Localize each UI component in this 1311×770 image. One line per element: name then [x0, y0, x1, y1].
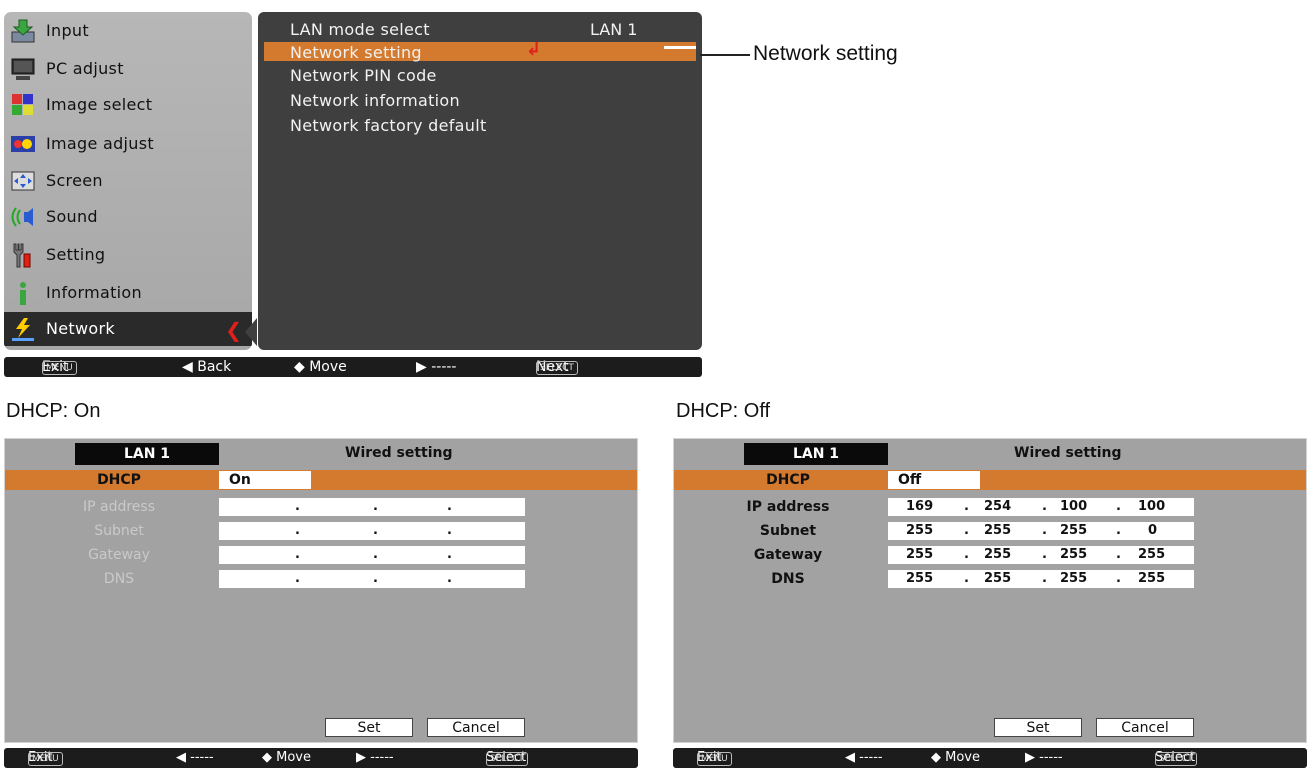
menu-item-image-select[interactable]: Image select: [4, 88, 252, 122]
set-button[interactable]: Set: [994, 718, 1082, 737]
dhcp-value[interactable]: Off: [888, 471, 980, 489]
chevron-left-icon: ❮: [225, 318, 242, 342]
image-select-icon: [10, 92, 36, 118]
dhcp-label: DHCP: [766, 472, 810, 488]
lan-mode-value: LAN 1: [590, 20, 638, 39]
lan-tab[interactable]: LAN 1: [744, 443, 888, 465]
menu-item-information[interactable]: Information: [4, 276, 252, 310]
submenu-item-network-information[interactable]: Network information: [290, 91, 460, 110]
submenu-item-lan-mode[interactable]: LAN mode select: [290, 20, 430, 39]
lan-tab[interactable]: LAN 1: [75, 443, 219, 465]
gateway-field[interactable]: 255. 255. 255. 255: [888, 546, 1194, 564]
submenu-item-factory-default[interactable]: Network factory default: [290, 116, 487, 135]
dns-label: DNS: [771, 571, 805, 587]
submenu-item-network-setting[interactable]: Network setting: [290, 43, 422, 62]
panel-title: Wired setting: [1014, 445, 1122, 461]
menu-item-pc-adjust[interactable]: PC adjust: [4, 52, 252, 86]
menu-key-icon: MENU: [697, 752, 732, 766]
set-button[interactable]: Set: [325, 718, 413, 737]
gateway-label: Gateway: [753, 547, 823, 563]
enter-icon: ↲: [526, 39, 542, 60]
callout-label: Network setting: [753, 42, 898, 65]
wired-setting-panel-dhcp-on: LAN 1 Wired setting DHCP On IP address .…: [4, 438, 638, 743]
select-key-icon: SELECT: [536, 361, 578, 375]
callout-line: [700, 54, 750, 56]
status-bar-dhcp-on: MENU Exit ◀ ----- ◆ Move ▶ ----- SELECT Se…: [4, 748, 638, 768]
menu-key-icon: MENU: [42, 361, 77, 375]
dhcp-label: DHCP: [97, 472, 141, 488]
ip-field[interactable]: ...: [219, 498, 525, 516]
information-icon: [10, 280, 36, 306]
image-adjust-icon: [10, 131, 36, 157]
menu-item-screen[interactable]: Screen: [4, 164, 252, 198]
menu-item-network[interactable]: Network ❮: [4, 312, 252, 346]
subnet-label: Subnet: [94, 523, 144, 539]
ip-label: IP address: [746, 499, 830, 515]
setting-icon: [10, 242, 36, 268]
dns-field[interactable]: ...: [219, 570, 525, 588]
gateway-label: Gateway: [88, 547, 150, 563]
subnet-label: Subnet: [759, 523, 817, 539]
cancel-button[interactable]: Cancel: [427, 718, 525, 737]
main-status-bar: MENU Exit ◀ Back ◆ Move ▶ ----- SELECT Nex…: [4, 357, 702, 377]
select-key-icon: SELECT: [1155, 752, 1197, 766]
network-icon: [10, 316, 36, 342]
dns-label: DNS: [103, 571, 135, 587]
sound-icon: [10, 204, 36, 230]
dns-field[interactable]: 255. 255. 255. 255: [888, 570, 1194, 588]
select-key-icon: SELECT: [486, 752, 528, 766]
screen-icon: [10, 168, 36, 194]
network-submenu: ↲ LAN mode select LAN 1 Network setting …: [258, 12, 702, 350]
wired-setting-panel-dhcp-off: LAN 1 Wired setting DHCP Off IP address …: [673, 438, 1307, 743]
caption-dhcp-on: DHCP: On: [6, 400, 101, 422]
menu-pointer: [245, 318, 257, 346]
menu-item-input[interactable]: Input: [4, 14, 252, 48]
cancel-button[interactable]: Cancel: [1096, 718, 1194, 737]
ip-field[interactable]: 169. 254. 100. 100: [888, 498, 1194, 516]
menu-item-setting[interactable]: Setting: [4, 238, 252, 272]
input-icon: [10, 18, 36, 44]
pc-adjust-icon: [10, 56, 36, 82]
panel-title: Wired setting: [345, 445, 453, 461]
ip-label: IP address: [82, 499, 156, 515]
submenu-item-network-pin[interactable]: Network PIN code: [290, 66, 437, 85]
status-bar-dhcp-off: MENU Exit ◀ ----- ◆ Move ▶ ----- SELECT Se…: [673, 748, 1307, 768]
gateway-field[interactable]: ...: [219, 546, 525, 564]
subnet-field[interactable]: ...: [219, 522, 525, 540]
main-menu: Input PC adjust Image select Image adjus…: [4, 12, 252, 350]
subnet-field[interactable]: 255. 255. 255. 0: [888, 522, 1194, 540]
dhcp-value[interactable]: On: [219, 471, 311, 489]
menu-key-icon: MENU: [28, 752, 63, 766]
menu-item-sound[interactable]: Sound: [4, 200, 252, 234]
caption-dhcp-off: DHCP: Off: [676, 400, 771, 422]
menu-item-image-adjust[interactable]: Image adjust: [4, 127, 252, 161]
